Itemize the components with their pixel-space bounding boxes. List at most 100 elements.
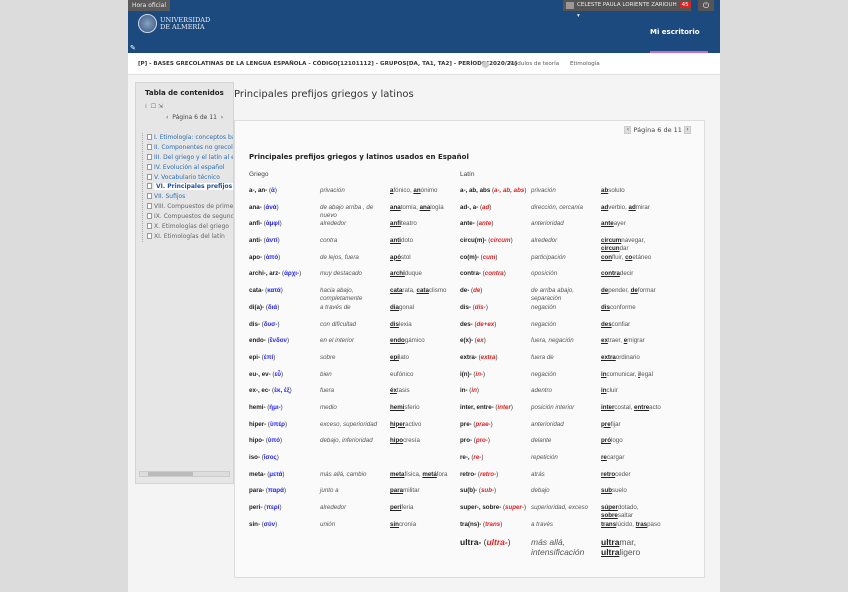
meaning: posición interior (531, 403, 575, 411)
prev-page-icon[interactable]: ‹ (166, 114, 168, 121)
example-cell: éxtasis (390, 387, 460, 404)
university-logo[interactable]: UNIVERSIDAD DE ALMERÍA (138, 14, 210, 33)
toc-item[interactable]: XI. Etimologías del latín (147, 232, 233, 242)
prefix: re-, (460, 454, 470, 461)
example: hemisferio (390, 404, 420, 411)
toc-item[interactable]: I. Etimología: conceptos bás (147, 133, 233, 143)
example-part: an (413, 187, 421, 194)
example-part: cata (416, 287, 429, 295)
meaning-cell: adentro (531, 387, 601, 404)
example-part: sobre (601, 512, 618, 520)
example-part: dis (601, 303, 610, 311)
example: recargar (601, 454, 624, 461)
meaning-cell: fuera (320, 387, 390, 404)
nav-mi-escritorio[interactable]: Mi escritorio (650, 28, 700, 36)
link-modulos-teoria[interactable]: Módulos de teoría (509, 53, 559, 75)
table-row: anti- (ἀντί) contra antidoto circu(m)- (cir… (249, 237, 671, 254)
example: subsuelo (601, 487, 627, 494)
prefix-cell: pro- (pro-) (460, 437, 490, 445)
prev-page-button[interactable]: ‹ (624, 126, 632, 134)
example: hiperactivo (390, 421, 421, 428)
page-icon (147, 213, 152, 220)
prefix: contra- (460, 270, 481, 278)
prefix: iso- (249, 454, 261, 461)
meaning: de arriba abajo, separación (531, 287, 574, 303)
prefix-cell: circu(m)- (circum) (460, 237, 513, 245)
link-etimologia[interactable]: Etimología (570, 53, 600, 75)
toc-item[interactable]: IV. Evolución al español (147, 163, 233, 173)
notification-badge: 45 (679, 2, 691, 8)
origin-word: ὑπό (267, 437, 281, 445)
example-cell: anatomía, analogía (390, 204, 460, 221)
toc-item[interactable]: V. Vocabulario técnico (147, 173, 233, 183)
meaning-cell: alrededor (531, 237, 601, 254)
example-cell: recargar (601, 454, 671, 471)
example-part: ordinario (615, 353, 640, 361)
prefix: tra(ns)- (460, 520, 482, 528)
example-part: legal (639, 370, 653, 378)
toc-item[interactable]: II. Componentes no grecola (147, 143, 233, 153)
user-menu[interactable]: CELESTE PAULA LORIENTE ZARIOUH 45 ▾ (563, 0, 691, 19)
prefix-cell: hipo- (ὑπό) (249, 437, 283, 445)
example-part: confiar (611, 320, 631, 328)
example-cell: periferia (390, 504, 460, 521)
horizontal-scrollbar[interactable] (139, 471, 230, 477)
next-page-button[interactable]: › (684, 126, 691, 134)
origin-word: prae- (475, 420, 491, 428)
example: apóstol (390, 254, 411, 261)
meaning-cell: fuera, negación (531, 337, 601, 354)
example: extraer, emigrar (601, 337, 645, 344)
toc-item-label: XI. Etimologías del latín (154, 232, 225, 240)
logo-text: DE ALMERÍA (160, 22, 205, 31)
toc-item[interactable]: X. Etimologías del griego (147, 222, 233, 232)
meaning: superioridad, exceso (531, 504, 589, 512)
toc-item[interactable]: IX. Compuestos de segund (147, 212, 233, 222)
course-bar: [P] - BASES GRECOLATINAS DE LA LENGUA ES… (128, 53, 720, 75)
example-part: activo (405, 420, 422, 428)
example-part: rata, (402, 287, 417, 295)
table-row: ultra- (ultra-) más allá, intensificación… (249, 537, 671, 557)
toc-item[interactable]: III. Del griego y el latín al esp (147, 153, 233, 163)
meaning-cell: privación (531, 187, 601, 204)
example-cell: extraordinario (601, 354, 671, 371)
next-page-icon[interactable]: › (221, 114, 223, 121)
example-cell: depender, deformar (601, 287, 671, 304)
prefix-cell: ante- (ante) (460, 220, 494, 228)
course-menu-icon[interactable] (482, 61, 489, 68)
example-cell: confluir, coetáneo (601, 254, 671, 271)
origin-word: ἀρχι- (284, 270, 300, 278)
meaning: medio (320, 403, 337, 411)
origin-word: ultra- (486, 537, 508, 548)
power-icon[interactable]: ⏻ (698, 0, 714, 11)
pin-icon[interactable]: ✎ (130, 44, 136, 52)
example: depender, deformar (601, 287, 656, 294)
page-icon (147, 203, 152, 210)
example-part: entre (634, 403, 650, 411)
meaning: hacia abajo, completamente (320, 287, 363, 303)
toc-item[interactable]: VI. Principales prefijos gri (147, 182, 233, 192)
example-cell: diagonal (390, 304, 460, 321)
meaning-cell: anterioridad (531, 421, 601, 438)
example: hipocresía (390, 437, 420, 444)
example-part: paso (647, 520, 661, 528)
page-icon (147, 143, 152, 150)
example-cell: eufónico (390, 371, 460, 388)
table-row: para- (παρά) junto a paramilitar su(b)- (su… (249, 487, 671, 504)
example-cell: prefijar (601, 421, 671, 438)
toc-tools[interactable]: ⁞ ☐ ⇲ (145, 103, 233, 110)
meaning: delante (531, 437, 552, 445)
meaning: privación (320, 187, 345, 194)
example-part: inter (601, 403, 615, 411)
meaning: muy destacado (320, 270, 362, 278)
toc-item[interactable]: VII. Sufijos (147, 192, 233, 202)
prefix-cell: in- (in) (460, 387, 479, 395)
table-row: meta- (μετά) más allá, cambio metafísica, … (249, 471, 671, 488)
table-row: peri- (περί) alrededor periferia super-, so… (249, 504, 671, 521)
example: afónico, anónimo (390, 187, 438, 194)
official-time-button[interactable]: Hora oficial (128, 0, 170, 11)
meaning: participación (531, 253, 566, 261)
example-part: gámico (404, 337, 425, 345)
origin-word: παρά (267, 487, 284, 495)
example: catarata, cataclismo (390, 287, 446, 294)
toc-item[interactable]: VIII. Compuestos de primer (147, 202, 233, 212)
